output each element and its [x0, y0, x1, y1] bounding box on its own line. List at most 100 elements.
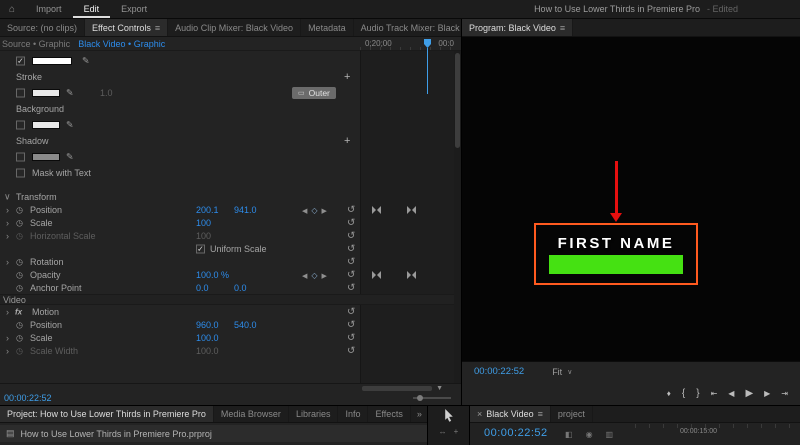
insert-overwrite-icon[interactable]: ◧ — [565, 430, 573, 439]
motion-position-x-value[interactable]: 960.0 — [196, 320, 219, 330]
step-forward-button[interactable]: ▶ — [764, 389, 770, 398]
tab-effects[interactable]: Effects — [368, 406, 411, 422]
tab-project[interactable]: Project: How to Use Lower Thirds in Prem… — [0, 406, 214, 422]
next-keyframe-icon[interactable]: ▶ — [322, 273, 327, 280]
go-to-out-button[interactable]: ⇥ — [781, 389, 788, 398]
eyedropper-icon[interactable]: ✎ — [82, 56, 90, 67]
twirl-icon[interactable]: › — [6, 333, 9, 343]
filter-icon[interactable]: ▼ — [436, 385, 443, 392]
fill-color-swatch[interactable] — [32, 57, 72, 65]
prev-keyframe-icon[interactable]: ◀ — [302, 208, 307, 215]
keyframe-icon[interactable] — [407, 270, 416, 279]
lower-third-graphic[interactable]: FIRST NAME — [534, 223, 698, 285]
project-file-item[interactable]: ▤ How to Use Lower Thirds in Premiere Pr… — [0, 425, 427, 442]
reset-icon[interactable]: ↺ — [347, 282, 355, 293]
reset-icon[interactable]: ↺ — [347, 230, 355, 241]
add-shadow-button[interactable]: + — [344, 135, 350, 147]
track-select-tool-icon[interactable]: ↔ — [439, 427, 447, 436]
uniform-scale-checkbox[interactable] — [196, 244, 205, 253]
stroke-color-swatch[interactable] — [32, 89, 60, 97]
breadcrumb-clip[interactable]: Black Video • Graphic — [78, 39, 165, 49]
tab-audio-clip-mixer[interactable]: Audio Clip Mixer: Black Video — [168, 19, 302, 36]
stroke-enable-checkbox[interactable] — [16, 88, 25, 98]
tab-info[interactable]: Info — [338, 406, 369, 422]
twirl-icon[interactable]: › — [6, 307, 9, 317]
position-x-value[interactable]: 200.1 — [196, 205, 219, 215]
stopwatch-icon[interactable]: ◷ — [16, 218, 23, 227]
home-icon[interactable]: ⌂ — [9, 4, 15, 15]
tab-media-browser[interactable]: Media Browser — [214, 406, 289, 422]
add-keyframe-icon[interactable]: ◇ — [311, 206, 317, 215]
eyedropper-icon[interactable]: ✎ — [66, 120, 74, 131]
tab-program-monitor[interactable]: Program: Black Video ≡ — [462, 19, 574, 36]
selection-tool-icon[interactable] — [444, 409, 454, 424]
timeline-body[interactable]: 00:00:22:52 ◧ ◉ ▥ 00:00:15:00 — [470, 423, 800, 445]
reset-icon[interactable]: ↺ — [347, 332, 355, 343]
stopwatch-icon[interactable]: ◷ — [16, 270, 23, 279]
reset-icon[interactable]: ↺ — [347, 204, 355, 215]
add-keyframe-icon[interactable]: ◇ — [311, 271, 317, 280]
twirl-icon[interactable]: › — [6, 231, 9, 241]
stopwatch-icon[interactable]: ◷ — [16, 257, 23, 266]
scale-value[interactable]: 100 — [196, 218, 211, 228]
go-to-in-button[interactable]: ⇤ — [711, 389, 718, 398]
program-monitor[interactable]: FIRST NAME — [462, 37, 800, 361]
horizontal-scrollbar[interactable] — [362, 386, 432, 391]
tab-import[interactable]: Import — [25, 0, 73, 18]
tab-timeline-black-video[interactable]: × Black Video ≡ — [470, 406, 551, 422]
play-button[interactable]: ▶ — [745, 388, 753, 399]
mark-out-button[interactable]: } — [696, 388, 699, 399]
eyedropper-icon[interactable]: ✎ — [66, 152, 74, 163]
shadow-enable-checkbox[interactable] — [16, 152, 25, 162]
tab-audio-track-mixer[interactable]: Audio Track Mixer: Black Video — [354, 19, 461, 36]
tab-export[interactable]: Export — [110, 0, 158, 18]
tab-metadata[interactable]: Metadata — [301, 19, 354, 36]
panel-overflow-icon[interactable]: » — [411, 406, 427, 422]
zoom-slider[interactable] — [413, 395, 451, 401]
close-icon[interactable]: × — [477, 409, 482, 419]
tab-effect-controls[interactable]: Effect Controls ≡ — [85, 19, 169, 36]
anchor-y-value[interactable]: 0.0 — [234, 283, 247, 293]
reset-icon[interactable]: ↺ — [347, 243, 355, 254]
shadow-color-swatch[interactable] — [32, 153, 60, 161]
reset-icon[interactable]: ↺ — [347, 345, 355, 356]
reset-icon[interactable]: ↺ — [347, 256, 355, 267]
next-keyframe-icon[interactable]: ▶ — [322, 208, 327, 215]
motion-scale-value[interactable]: 100.0 — [196, 333, 219, 343]
anchor-x-value[interactable]: 0.0 — [196, 283, 209, 293]
panel-menu-icon[interactable]: ≡ — [538, 409, 543, 419]
twirl-open-icon[interactable]: ∨ — [4, 191, 11, 202]
opacity-value[interactable]: 100.0 % — [196, 270, 229, 280]
keyframe-icon[interactable] — [372, 270, 381, 279]
prev-keyframe-icon[interactable]: ◀ — [302, 273, 307, 280]
reset-icon[interactable]: ↺ — [347, 319, 355, 330]
background-color-swatch[interactable] — [32, 121, 60, 129]
effect-controls-timecode[interactable]: 00:00:22:52 — [4, 393, 52, 403]
effect-playhead[interactable] — [424, 39, 431, 94]
position-y-value[interactable]: 941.0 — [234, 205, 257, 215]
reset-icon[interactable]: ↺ — [347, 306, 355, 317]
effect-timeline-ruler[interactable]: 0;20;00 00:0 — [360, 37, 454, 50]
stopwatch-icon[interactable]: ◷ — [16, 320, 23, 329]
stopwatch-icon[interactable]: ◷ — [16, 205, 23, 214]
background-enable-checkbox[interactable] — [16, 120, 25, 130]
timeline-timecode[interactable]: 00:00:22:52 — [484, 427, 548, 439]
keyframe-icon[interactable] — [407, 205, 416, 214]
tab-source-monitor[interactable]: Source: (no clips) — [0, 19, 86, 36]
tool-icon[interactable]: + — [454, 427, 459, 436]
reset-icon[interactable]: ↺ — [347, 269, 355, 280]
panel-menu-icon[interactable]: ≡ — [155, 23, 160, 33]
tab-timeline-project[interactable]: project — [551, 406, 593, 422]
zoom-level-select[interactable]: Fit ∨ — [552, 367, 572, 377]
stopwatch-icon[interactable]: ◷ — [16, 333, 23, 342]
add-marker-button[interactable]: ♦ — [667, 389, 671, 398]
keyframe-icon[interactable] — [372, 205, 381, 214]
motion-position-y-value[interactable]: 540.0 — [234, 320, 257, 330]
reset-icon[interactable]: ↺ — [347, 217, 355, 228]
program-timecode[interactable]: 00:00:22:52 — [474, 366, 524, 377]
add-stroke-button[interactable]: + — [344, 71, 350, 83]
tab-edit[interactable]: Edit — [73, 0, 111, 18]
mark-in-button[interactable]: { — [682, 388, 685, 399]
breadcrumb-source[interactable]: Source • Graphic — [2, 39, 70, 49]
tab-libraries[interactable]: Libraries — [289, 406, 339, 422]
